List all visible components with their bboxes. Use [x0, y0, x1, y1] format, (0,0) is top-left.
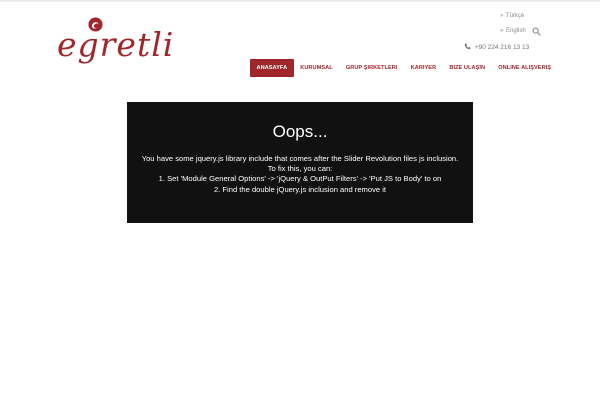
main-navigation: ANASAYFA KURUMSAL GRUP ŞIRKETLERI KARIYE… [250, 59, 558, 77]
phone-icon [464, 43, 471, 50]
phone-text: +90 224 216 13 13 [474, 44, 530, 51]
nav-item-grup-sirketleri[interactable]: GRUP ŞIRKETLERI [339, 59, 404, 77]
nav-item-anasayfa[interactable]: ANASAYFA [250, 59, 294, 77]
error-line: 1. Set 'Module General Options' -> 'jQue… [158, 174, 442, 184]
chevron-right-icon: » [500, 28, 504, 34]
language-link-english[interactable]: » English [500, 27, 526, 35]
phone-number: +90 224 216 13 13 [464, 43, 529, 52]
nav-item-kariyer[interactable]: KARIYER [404, 59, 443, 77]
search-icon[interactable] [532, 27, 541, 36]
language-label: Türkçe [505, 13, 525, 19]
logo-text: egretli [57, 25, 175, 64]
error-line: 2. Find the double jQuery.js inclusion a… [213, 184, 387, 194]
language-label: English [506, 28, 526, 34]
top-border [0, 0, 600, 2]
error-line: You have some jquery.js library include … [141, 154, 459, 163]
slider-error-box: Oops... You have some jquery.js library … [127, 102, 473, 223]
nav-item-kurumsal[interactable]: KURUMSAL [294, 59, 340, 77]
page: egretli » Türkçe » English +90 224 216 1… [0, 0, 600, 400]
language-link-turkish[interactable]: » Türkçe [500, 12, 524, 20]
site-logo[interactable]: egretli [57, 14, 173, 66]
chevron-right-icon: » [500, 13, 504, 19]
error-title: Oops... [272, 122, 328, 141]
nav-item-bize-ulasin[interactable]: BIZE ULAŞIN [443, 59, 492, 77]
error-message: You have some jquery.js library include … [127, 154, 473, 195]
nav-item-online-alisveris[interactable]: ONLINE ALIŞVERIŞ [492, 59, 558, 77]
error-line: To fix this, you can: [267, 164, 333, 174]
